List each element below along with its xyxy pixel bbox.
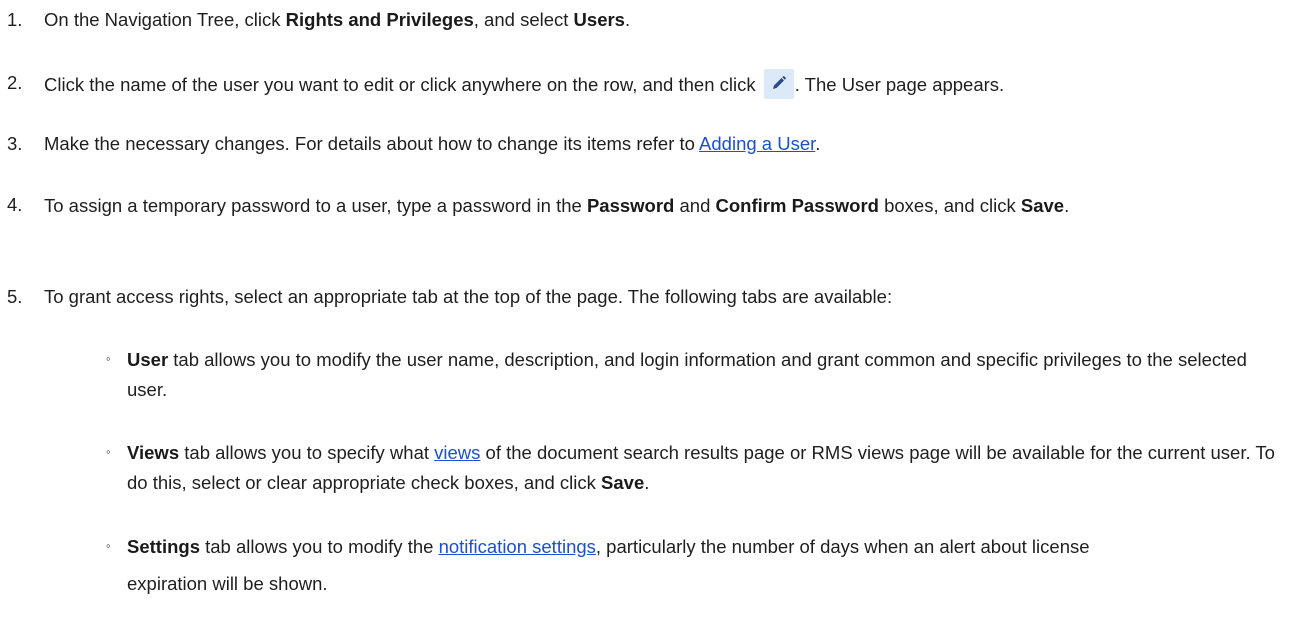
step-2: 2. Click the name of the user you want t… (0, 69, 1290, 99)
step-number: 5. (7, 286, 23, 307)
tab-item-views: ◦ Views tab allows you to specify what v… (106, 438, 1286, 498)
notification-settings-link[interactable]: notification settings (439, 536, 596, 557)
text-run: tab allows you to modify the user name, … (127, 349, 1247, 400)
step-5: 5. To grant access rights, select an app… (0, 283, 1290, 311)
text-run: . (815, 133, 821, 154)
user-tab-label: User (127, 349, 169, 370)
text-run: Make the necessary changes. For details … (44, 133, 700, 154)
confirm-password-label: Confirm Password (715, 195, 879, 216)
save-label: Save (1020, 195, 1065, 216)
adding-a-user-link[interactable]: Adding a User (699, 133, 815, 154)
tab-item-text: Settings tab allows you to modify the no… (127, 528, 1147, 602)
password-label: Password (586, 195, 675, 216)
save-label: Save (601, 472, 645, 493)
step-number: 4. (7, 194, 23, 215)
step-4: 4. To assign a temporary password to a u… (0, 191, 1290, 221)
text-run: On the Navigation Tree, click (44, 9, 286, 30)
step-number: 1. (7, 9, 23, 30)
text-run: Click the name of the user you want to e… (44, 74, 761, 95)
text-run: and (674, 195, 716, 216)
step-text: Click the name of the user you want to e… (44, 69, 1290, 99)
text-run: tab allows you to specify what (179, 442, 435, 463)
step-number: 2. (7, 72, 23, 93)
bullet-marker: ◦ (106, 351, 111, 366)
step-text: To assign a temporary password to a user… (44, 191, 1174, 221)
pencil-edit-icon (763, 69, 794, 99)
step-text: Make the necessary changes. For details … (44, 130, 1290, 158)
text-run: To assign a temporary password to a user… (44, 195, 587, 216)
step-text: To grant access rights, select an approp… (44, 286, 893, 307)
tab-item-user: ◦ User tab allows you to modify the user… (106, 345, 1286, 405)
bullet-marker: ◦ (106, 444, 111, 459)
step-1: 1. On the Navigation Tree, click Rights … (0, 6, 1290, 34)
views-link[interactable]: views (434, 442, 480, 463)
bullet-marker: ◦ (106, 538, 111, 553)
text-run: tab allows you to modify the (199, 536, 439, 557)
text-run: . (1064, 195, 1070, 216)
users-label: Users (573, 9, 625, 30)
rights-privileges-label: Rights and Privileges (285, 9, 474, 30)
step-number: 3. (7, 133, 23, 154)
step-text: On the Navigation Tree, click Rights and… (44, 6, 1290, 34)
step-3: 3. Make the necessary changes. For detai… (0, 130, 1290, 158)
text-run: . (644, 472, 650, 493)
settings-tab-label: Settings (127, 536, 200, 557)
text-run: , and select (473, 9, 574, 30)
tab-item-settings: ◦ Settings tab allows you to modify the … (106, 532, 1286, 602)
tab-item-text: User tab allows you to modify the user n… (127, 345, 1247, 405)
text-run: boxes, and click (878, 195, 1021, 216)
text-run: . The User page appears. (794, 74, 1005, 95)
tab-item-text: Views tab allows you to specify what vie… (127, 438, 1282, 498)
views-tab-label: Views (127, 442, 180, 463)
text-run: . (624, 9, 631, 30)
